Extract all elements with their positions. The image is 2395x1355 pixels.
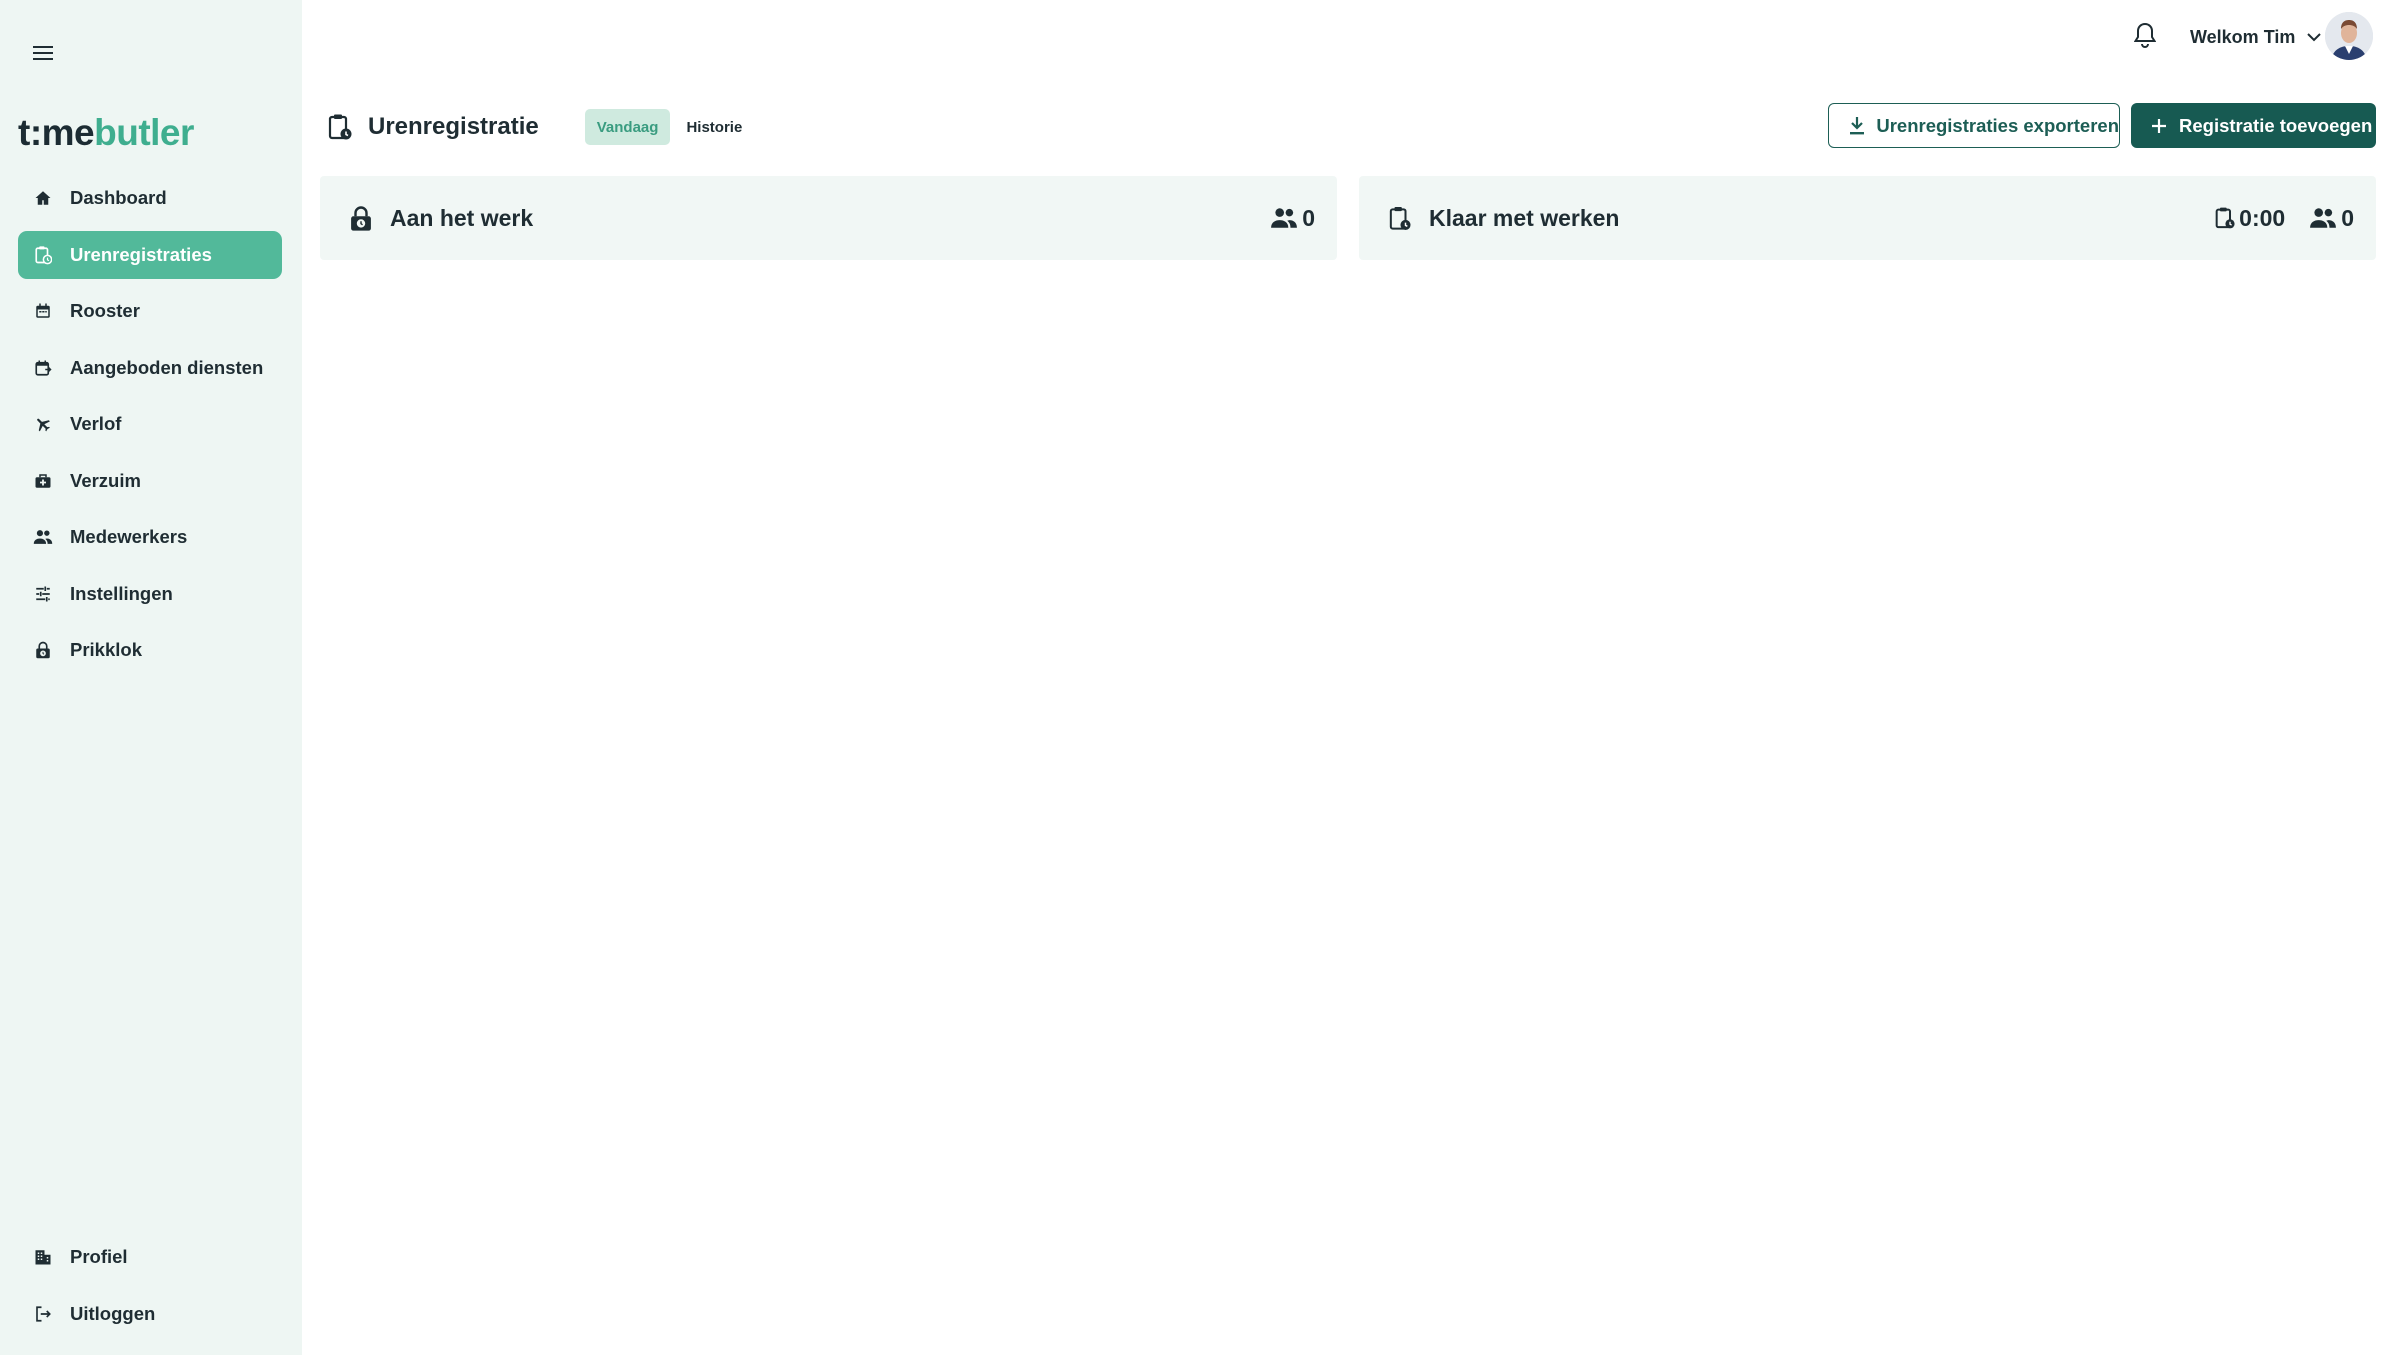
hours-total: 0:00 <box>2215 205 2285 232</box>
sidebar-item-medewerkers[interactable]: Medewerkers <box>18 513 282 561</box>
tab-historie[interactable]: Historie <box>674 109 754 145</box>
sidebar-item-verlof[interactable]: Verlof <box>18 400 282 448</box>
sidebar-item-label: Prikklok <box>70 639 142 660</box>
add-button-label: Registratie toevoegen <box>2179 114 2373 136</box>
sidebar-bottom-nav: Profiel Uitloggen <box>18 1233 282 1346</box>
sidebar-item-label: Verzuim <box>70 469 141 491</box>
sliders-icon <box>32 583 54 605</box>
clipboard-clock-icon <box>326 111 354 143</box>
menu-icon[interactable] <box>28 38 58 68</box>
download-icon <box>1847 115 1866 137</box>
sidebar-item-label: Aangeboden diensten <box>70 356 264 378</box>
sidebar-item-label: Uitloggen <box>70 1302 156 1324</box>
hours-total-value: 0:00 <box>2239 204 2286 231</box>
sidebar-item-label: Verlof <box>70 413 122 434</box>
clipboard-clock-icon <box>1387 203 1413 233</box>
airplane-icon <box>32 413 54 435</box>
panel-klaar-met-werken: Klaar met werken 0:00 0 <box>1359 176 2376 260</box>
bell-icon[interactable] <box>2130 18 2160 52</box>
add-registration-button[interactable]: Registratie toevoegen <box>2131 103 2376 148</box>
lock-clock-icon <box>348 203 374 233</box>
sidebar-item-instellingen[interactable]: Instellingen <box>18 570 282 618</box>
sidebar-item-prikklok[interactable]: Prikklok <box>18 626 282 674</box>
sidebar-item-aangeboden-diensten[interactable]: Aangeboden diensten <box>18 344 282 392</box>
export-button-label: Urenregistraties exporteren <box>1876 114 2119 136</box>
sidebar-item-label: Rooster <box>70 300 140 321</box>
sidebar-item-verzuim[interactable]: Verzuim <box>18 457 282 505</box>
panel-stats: 0 <box>1246 205 1315 232</box>
clipboard-clock-icon <box>32 244 54 266</box>
people-count-value: 0 <box>2341 204 2354 231</box>
sidebar-item-label: Dashboard <box>70 187 167 208</box>
sidebar-item-label: Medewerkers <box>70 526 188 547</box>
users-icon <box>32 526 54 548</box>
panel-title: Aan het werk <box>390 204 534 231</box>
user-menu[interactable]: Welkom Tim <box>2190 24 2322 50</box>
calendar-swap-icon <box>32 357 54 379</box>
panel-aan-het-werk: Aan het werk 0 <box>320 176 1337 260</box>
sidebar-item-label: Profiel <box>70 1246 128 1267</box>
tab-vandaag[interactable]: Vandaag <box>584 109 671 145</box>
sidebar-nav: Dashboard Urenregistraties Rooster Aange… <box>18 174 282 683</box>
people-count: 0 <box>1270 205 1315 232</box>
sidebar-item-label: Instellingen <box>70 582 173 604</box>
sidebar-item-dashboard[interactable]: Dashboard <box>18 174 282 222</box>
avatar[interactable] <box>2325 12 2373 60</box>
sidebar-item-uitloggen[interactable]: Uitloggen <box>18 1290 282 1338</box>
logo[interactable]: t:mebutler <box>18 112 194 154</box>
sidebar: t:mebutler Dashboard Urenregistraties Ro… <box>0 0 302 1355</box>
medical-bag-icon <box>32 470 54 492</box>
calendar-icon <box>32 300 54 322</box>
sidebar-item-profiel[interactable]: Profiel <box>18 1233 282 1281</box>
plus-icon <box>2149 115 2169 137</box>
panel-title: Klaar met werken <box>1429 204 1620 231</box>
sidebar-item-urenregistraties[interactable]: Urenregistraties <box>18 230 282 279</box>
welcome-text: Welkom Tim <box>2190 26 2296 47</box>
people-count-value: 0 <box>1302 204 1315 231</box>
export-button[interactable]: Urenregistraties exporteren <box>1828 103 2120 148</box>
sidebar-item-rooster[interactable]: Rooster <box>18 287 282 335</box>
page-title: Urenregistratie <box>368 113 539 140</box>
panel-stats: 0:00 0 <box>2191 205 2354 232</box>
users-icon <box>1270 207 1298 229</box>
sidebar-item-label: Urenregistraties <box>70 243 212 265</box>
logout-icon <box>32 1303 54 1325</box>
chevron-down-icon <box>2307 32 2322 42</box>
clipboard-clock-icon <box>2215 206 2235 230</box>
people-count: 0 <box>2309 205 2354 232</box>
lock-clock-icon <box>32 639 54 661</box>
building-icon <box>32 1246 54 1268</box>
users-icon <box>2309 207 2337 229</box>
page-header: Urenregistratie Vandaag Historie <box>326 104 758 150</box>
home-icon <box>32 187 54 209</box>
